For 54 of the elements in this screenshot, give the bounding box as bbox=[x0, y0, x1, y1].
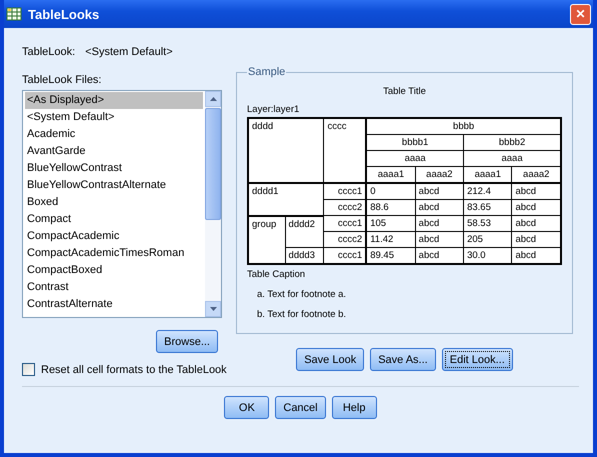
list-item[interactable]: <As Displayed> bbox=[25, 92, 203, 109]
layer-label: Layer:layer1 bbox=[247, 104, 300, 115]
list-item[interactable]: CompactAcademic bbox=[25, 228, 203, 245]
table-cell: abcd bbox=[415, 200, 464, 216]
list-item[interactable]: <System Default> bbox=[25, 109, 203, 126]
table-cell: 205 bbox=[464, 232, 512, 248]
table-cell: 105 bbox=[366, 216, 416, 232]
table-cell: aaaa1 bbox=[366, 166, 416, 183]
list-item[interactable]: CompactAcademicTimesRoman bbox=[25, 245, 203, 262]
table-cell: aaaa bbox=[366, 150, 464, 166]
reset-label: Reset all cell formats to the TableLook bbox=[41, 364, 227, 376]
footnote: a. Text for footnote a. bbox=[257, 289, 348, 300]
table-cell: cccc1 bbox=[324, 183, 366, 200]
look-button[interactable]: Save As... bbox=[370, 348, 436, 371]
table-cell: abcd bbox=[415, 232, 464, 248]
table-cell: bbbb bbox=[366, 118, 561, 134]
table-title: Table Title bbox=[382, 86, 427, 97]
table-caption: Table Caption bbox=[247, 269, 306, 280]
window-title: TableLooks bbox=[28, 6, 100, 22]
table-cell: 88.6 bbox=[366, 200, 416, 216]
table-cell: bbbb1 bbox=[366, 134, 464, 150]
sample-legend: Sample bbox=[247, 67, 286, 78]
table-cell: 58.53 bbox=[464, 216, 512, 232]
look-button[interactable]: Edit Look... bbox=[442, 348, 513, 371]
list-item[interactable]: ContrastAlternate bbox=[25, 296, 203, 313]
footnote: b. Text for footnote b. bbox=[257, 309, 348, 320]
list-item[interactable]: Academic bbox=[25, 126, 203, 143]
list-item[interactable]: BlueYellowContrast bbox=[25, 160, 203, 177]
browse-button[interactable]: Browse... bbox=[156, 330, 218, 353]
tablelook-label: TableLook: bbox=[22, 46, 76, 58]
tablelook-value: <System Default> bbox=[85, 46, 173, 58]
table-cell: 89.45 bbox=[366, 248, 416, 264]
table-cell: abcd bbox=[415, 183, 464, 200]
list-item[interactable]: Compact bbox=[25, 211, 203, 228]
table-cell: dddd2 bbox=[285, 216, 324, 248]
table-cell: 212.4 bbox=[464, 183, 512, 200]
look-button[interactable]: Save Look bbox=[296, 348, 364, 371]
files-label: TableLook Files: bbox=[22, 74, 102, 86]
table-cell: 0 bbox=[366, 183, 416, 200]
list-item[interactable]: AvantGarde bbox=[25, 143, 203, 160]
table-cell: dddd1 bbox=[248, 183, 324, 216]
dialog-button[interactable]: Cancel bbox=[275, 396, 326, 419]
list-item[interactable]: BlueYellowContrastAlternate bbox=[25, 177, 203, 194]
dialog-button[interactable]: OK bbox=[224, 396, 270, 419]
list-item[interactable]: CompactBoxed bbox=[25, 262, 203, 279]
list-item[interactable]: Boxed bbox=[25, 194, 203, 211]
close-button[interactable]: ✕ bbox=[570, 4, 591, 24]
table-cell: abcd bbox=[512, 183, 561, 200]
table-cell: group bbox=[248, 216, 286, 264]
table-cell: abcd bbox=[415, 216, 464, 232]
table-cell: 83.65 bbox=[464, 200, 512, 216]
table-cell: 11.42 bbox=[366, 232, 416, 248]
list-item[interactable]: Contrast bbox=[25, 279, 203, 296]
dialog-button[interactable]: Help bbox=[332, 396, 377, 419]
